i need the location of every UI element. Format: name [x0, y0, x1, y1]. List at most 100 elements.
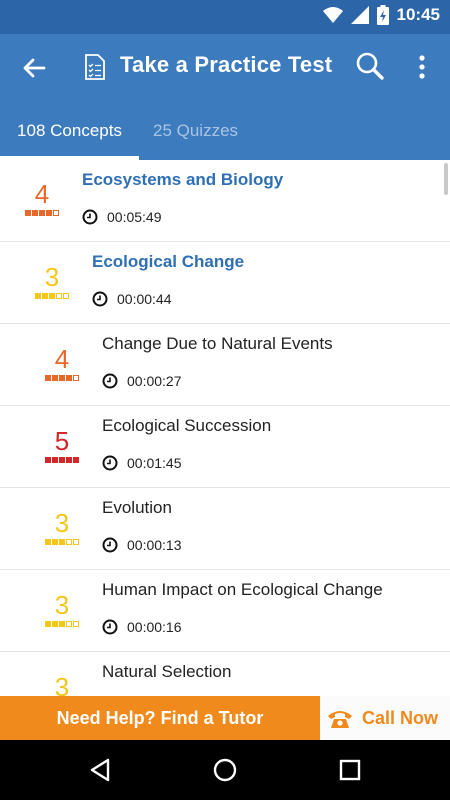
difficulty-square-empty — [63, 293, 69, 299]
difficulty-bars — [40, 621, 84, 627]
difficulty-square-filled — [52, 539, 58, 545]
list-item[interactable]: 4 Change Due to Natural Events 00:00:27 — [0, 324, 450, 406]
difficulty-square-filled — [46, 210, 52, 216]
difficulty-square-filled — [59, 539, 65, 545]
difficulty-bars — [30, 293, 74, 299]
difficulty-square-empty — [73, 375, 79, 381]
concept-list: 4 Ecosystems and Biology 00:05:49 3 Ecol… — [0, 160, 450, 696]
list-item[interactable]: 3 Ecological Change 00:00:44 — [0, 242, 450, 324]
difficulty-bars — [40, 375, 84, 381]
list-item[interactable]: 3 Natural Selection — [0, 652, 450, 696]
difficulty-badge: 3 — [40, 509, 84, 545]
difficulty-square-filled — [73, 457, 79, 463]
item-duration: 00:01:45 — [102, 455, 182, 471]
page-title: Take a Practice Test — [120, 52, 333, 77]
difficulty-square-filled — [32, 210, 38, 216]
difficulty-badge: 4 — [40, 345, 84, 381]
document-checklist-icon — [85, 54, 105, 80]
difficulty-square-filled — [25, 210, 31, 216]
phone-icon — [328, 711, 352, 728]
list-item[interactable]: 3 Evolution 00:00:13 — [0, 488, 450, 570]
difficulty-square-filled — [45, 457, 51, 463]
difficulty-square-filled — [42, 293, 48, 299]
clock-icon — [102, 537, 118, 553]
tab-bar: 108 Concepts 25 Quizzes — [0, 100, 450, 160]
more-options-icon[interactable] — [412, 52, 432, 82]
duration-text: 00:05:49 — [107, 209, 162, 225]
difficulty-badge: 3 — [40, 591, 84, 627]
difficulty-square-empty — [73, 539, 79, 545]
back-arrow-icon[interactable] — [18, 52, 50, 84]
difficulty-square-empty — [73, 621, 79, 627]
system-nav-bar — [0, 740, 450, 800]
item-duration: 00:00:16 — [102, 619, 182, 635]
list-item[interactable]: 4 Ecosystems and Biology 00:05:49 — [0, 160, 450, 242]
difficulty-square-filled — [66, 375, 72, 381]
clock-icon — [102, 373, 118, 389]
item-duration: 00:05:49 — [82, 209, 162, 225]
clock-icon — [82, 209, 98, 225]
item-title: Human Impact on Ecological Change — [102, 580, 383, 599]
nav-back-icon[interactable] — [86, 756, 114, 784]
duration-text: 00:00:44 — [117, 291, 172, 307]
status-time: 10:45 — [396, 5, 440, 24]
difficulty-square-filled — [39, 210, 45, 216]
difficulty-square-filled — [49, 293, 55, 299]
difficulty-level: 4 — [34, 179, 50, 209]
difficulty-bars — [40, 539, 84, 545]
item-title: Ecological Succession — [102, 416, 272, 435]
difficulty-bars — [40, 457, 84, 463]
battery-charging-icon — [376, 5, 389, 25]
item-title: Ecosystems and Biology — [82, 170, 284, 189]
item-title: Change Due to Natural Events — [102, 334, 333, 353]
difficulty-square-filled — [59, 457, 65, 463]
tab-concepts[interactable]: 108 Concepts — [0, 100, 139, 160]
difficulty-square-filled — [52, 375, 58, 381]
item-duration: 00:00:13 — [102, 537, 182, 553]
difficulty-level: 3 — [54, 590, 70, 620]
call-now-label: Call Now — [362, 708, 439, 728]
item-duration: 00:00:27 — [102, 373, 182, 389]
list-item[interactable]: 5 Ecological Succession 00:01:45 — [0, 406, 450, 488]
item-title: Evolution — [102, 498, 172, 517]
difficulty-square-empty — [66, 621, 72, 627]
list-item[interactable]: 3 Human Impact on Ecological Change 00:0… — [0, 570, 450, 652]
status-bar: 10:45 — [0, 0, 450, 34]
difficulty-square-filled — [45, 375, 51, 381]
duration-text: 00:00:16 — [127, 619, 182, 635]
help-bar: Need Help? Find a Tutor Call Now — [0, 696, 450, 740]
item-title: Natural Selection — [102, 662, 232, 681]
difficulty-level: 4 — [54, 344, 70, 374]
duration-text: 00:00:27 — [127, 373, 182, 389]
tab-quizzes[interactable]: 25 Quizzes — [153, 100, 238, 160]
scrollbar[interactable] — [444, 163, 448, 195]
difficulty-square-filled — [45, 539, 51, 545]
item-title: Ecological Change — [92, 252, 245, 271]
difficulty-square-empty — [56, 293, 62, 299]
difficulty-square-empty — [66, 539, 72, 545]
wifi-icon — [322, 7, 343, 23]
signal-icon — [350, 6, 369, 24]
app-bar: Take a Practice Test — [0, 34, 450, 100]
difficulty-badge: 4 — [20, 180, 64, 216]
difficulty-level: 3 — [54, 508, 70, 538]
difficulty-bars — [20, 210, 64, 216]
difficulty-square-filled — [59, 621, 65, 627]
search-icon[interactable] — [354, 50, 386, 82]
difficulty-square-filled — [45, 621, 51, 627]
call-now-button[interactable]: Call Now — [320, 696, 450, 740]
difficulty-square-filled — [66, 457, 72, 463]
difficulty-badge: 3 — [30, 263, 74, 299]
item-duration: 00:00:44 — [92, 291, 172, 307]
find-tutor-button[interactable]: Need Help? Find a Tutor — [0, 696, 320, 740]
duration-text: 00:00:13 — [127, 537, 182, 553]
difficulty-square-filled — [59, 375, 65, 381]
nav-recents-icon[interactable] — [336, 756, 364, 784]
difficulty-square-empty — [53, 210, 59, 216]
duration-text: 00:01:45 — [127, 455, 182, 471]
nav-home-icon[interactable] — [211, 756, 239, 784]
clock-icon — [102, 455, 118, 471]
app-screen: 10:45 Take a Practice Test 108 Concepts … — [0, 0, 450, 800]
difficulty-level: 3 — [54, 672, 70, 696]
difficulty-square-filled — [35, 293, 41, 299]
